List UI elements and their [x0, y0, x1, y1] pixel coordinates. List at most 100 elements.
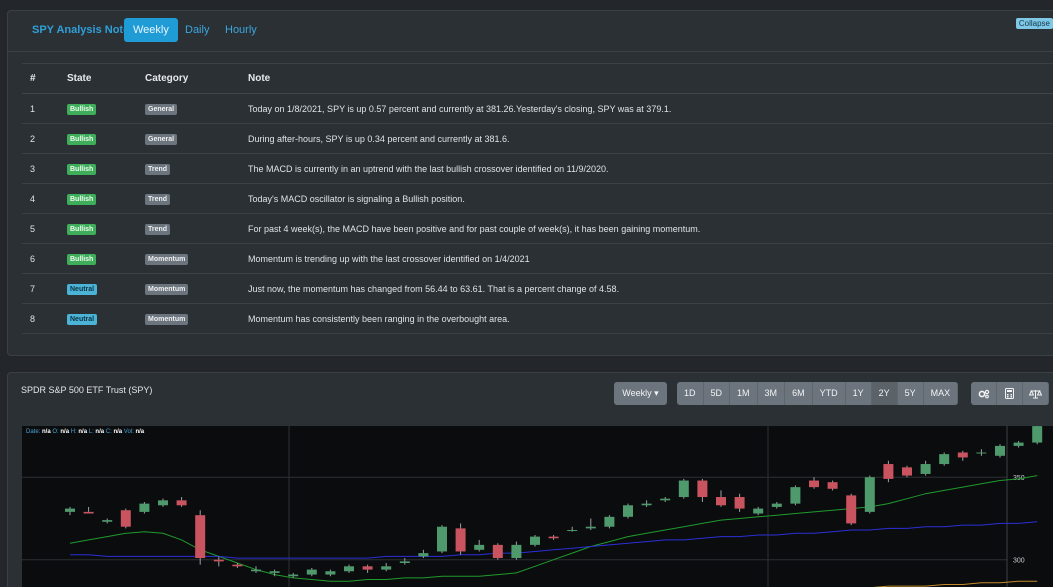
candle-body [604, 516, 615, 527]
range-button-group: 1D 5D 1M 3M 6M YTD 1Y 2Y 5Y MAX [677, 382, 959, 405]
candle-body [790, 487, 801, 504]
interval-dropdown-label: Weekly [622, 388, 652, 398]
range-button-1m[interactable]: 1M [730, 382, 758, 405]
calculator-icon[interactable] [997, 382, 1023, 405]
chart-title: SPDR S&P 500 ETF Trust (SPY) [21, 385, 153, 395]
row-number: 1 [22, 93, 59, 124]
state-badge: Bullish [67, 253, 97, 265]
candle-body [381, 566, 392, 570]
candle-body [455, 528, 466, 552]
collapse-button[interactable]: Collapse [1015, 18, 1053, 29]
state-badge: Neutral [67, 283, 98, 295]
row-number: 7 [22, 273, 59, 304]
analysis-notes-card: SPY Analysis Notes Weekly Daily Hourly C… [7, 10, 1053, 356]
table-row: 4 Bullish Trend Today's MACD oscillator … [22, 183, 1053, 214]
row-number: 8 [22, 303, 59, 334]
row-number: 6 [22, 243, 59, 274]
candle-body [418, 553, 429, 557]
price-chart-card: SPDR S&P 500 ETF Trust (SPY) Weekly ▾ 1D… [7, 372, 1053, 587]
y-axis-tick-label: 300 [1013, 558, 1025, 565]
category-badge: General [145, 103, 178, 115]
range-button-ytd[interactable]: YTD [812, 382, 846, 405]
notes-header: SPY Analysis Notes Weekly Daily Hourly C… [8, 11, 1053, 52]
candle-body [1013, 442, 1024, 446]
state-badge: Bullish [67, 223, 97, 235]
candle-body [437, 526, 447, 552]
row-number: 4 [22, 183, 59, 214]
candle-body [734, 497, 745, 509]
candle-body [344, 566, 354, 572]
low-value: n/a [95, 429, 105, 435]
state-badge: Bullish [67, 163, 97, 175]
state-badge: Bullish [67, 103, 97, 115]
candle-body [213, 559, 224, 562]
row-number: 3 [22, 153, 59, 184]
range-button-1d[interactable]: 1D [677, 382, 704, 405]
date-value: n/a [42, 429, 51, 435]
tab-weekly[interactable]: Weekly [124, 18, 178, 42]
candle-body [939, 454, 950, 465]
candle-body [530, 536, 540, 545]
notes-table: # State Category Note 1 Bullish General … [22, 63, 1053, 334]
candle-body [846, 495, 857, 524]
high-value: n/a [78, 429, 88, 435]
category-badge: Trend [145, 163, 171, 175]
note-text: Momentum is trending up with the last cr… [240, 243, 1053, 274]
column-header-note: Note [240, 63, 1053, 94]
caret-down-icon: ▾ [654, 388, 659, 398]
range-button-1y[interactable]: 1Y [845, 382, 872, 405]
candle-body [492, 544, 503, 559]
range-button-3m[interactable]: 3M [757, 382, 786, 405]
candle-body [567, 530, 578, 532]
table-row: 5 Bullish Trend For past 4 week(s), the … [22, 213, 1053, 244]
table-row: 6 Bullish Momentum Momentum is trending … [22, 243, 1053, 274]
candle-body [771, 503, 782, 507]
note-text: Today on 1/8/2021, SPY is up 0.57 percen… [240, 93, 1053, 124]
balance-scale-icon[interactable] [1023, 382, 1049, 405]
note-text: For past 4 week(s), the MACD have been p… [240, 213, 1053, 244]
candle-body [306, 569, 317, 575]
range-button-2y[interactable]: 2Y [871, 382, 898, 405]
close-value: n/a [113, 429, 123, 435]
range-button-max[interactable]: MAX [923, 382, 959, 405]
ohlc-readout: Date: n/a O: n/a H: n/a L: n/a C: n/a Vo… [26, 429, 144, 435]
tab-hourly[interactable]: Hourly [216, 18, 266, 42]
range-button-5y[interactable]: 5Y [897, 382, 924, 405]
row-number: 5 [22, 213, 59, 244]
candlestick-chart[interactable]: Date: n/a O: n/a H: n/a L: n/a C: n/a Vo… [22, 426, 1053, 587]
open-value: n/a [60, 429, 70, 435]
candle-body [678, 480, 689, 498]
state-badge: Neutral [67, 313, 98, 325]
note-text: Just now, the momentum has changed from … [240, 273, 1053, 304]
candle-body [827, 482, 838, 489]
column-header-number: # [22, 63, 59, 94]
range-button-5d[interactable]: 5D [703, 382, 731, 405]
ma-blue-line [70, 521, 1038, 559]
low-label: L: [88, 429, 94, 435]
volume-value: n/a [135, 429, 145, 435]
note-text: Today's MACD oscillator is signaling a B… [240, 183, 1053, 214]
candle-body [269, 571, 280, 573]
candle-body [957, 452, 968, 458]
category-badge: Momentum [145, 283, 189, 295]
category-badge: General [145, 133, 178, 145]
candle-body [65, 508, 75, 512]
table-row: 8 Neutral Momentum Momentum has consiste… [22, 303, 1053, 334]
column-header-category: Category [137, 63, 240, 94]
candle-body [753, 508, 764, 514]
chart-svg: 350300 [22, 426, 1043, 587]
candle-body [697, 480, 708, 498]
chart-tool-group [971, 382, 1049, 405]
range-button-6m[interactable]: 6M [785, 382, 813, 405]
candle-body [399, 561, 410, 564]
table-row: 2 Bullish General During after-hours, SP… [22, 123, 1053, 154]
interval-dropdown[interactable]: Weekly ▾ [614, 382, 667, 405]
candle-body [883, 464, 894, 479]
candle-body [716, 497, 726, 506]
state-badge: Bullish [67, 193, 97, 205]
tab-daily[interactable]: Daily [176, 18, 218, 42]
table-row: 3 Bullish Trend The MACD is currently in… [22, 153, 1053, 184]
table-row: 1 Bullish General Today on 1/8/2021, SPY… [22, 93, 1053, 124]
candle-body [864, 477, 875, 512]
settings-icon[interactable] [971, 382, 997, 405]
